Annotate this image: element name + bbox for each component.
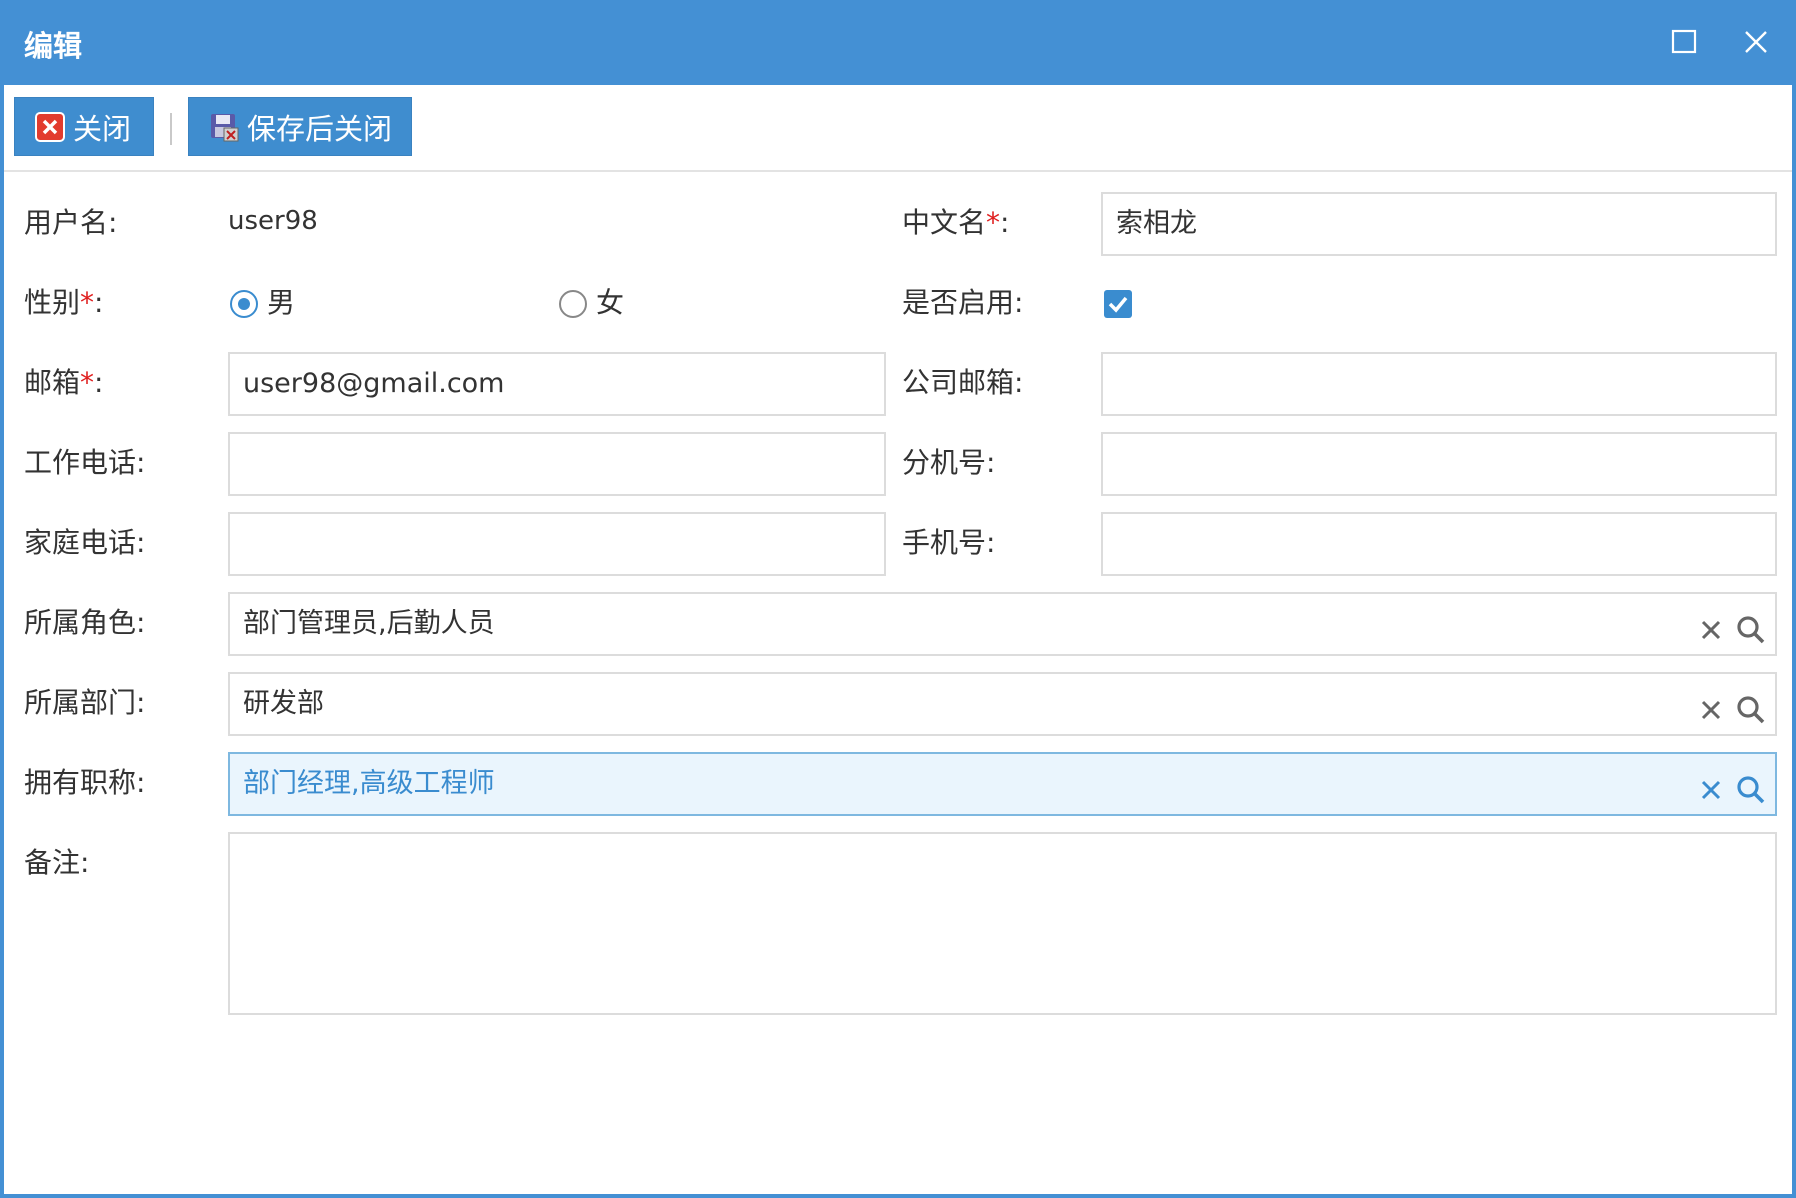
email-field[interactable]: user98@gmail.com bbox=[228, 352, 886, 416]
username-label: 用户名: bbox=[24, 206, 118, 239]
close-window-button[interactable] bbox=[1734, 20, 1778, 64]
clear-icon bbox=[1701, 780, 1721, 800]
chinese-name-label-text: 中文名 bbox=[902, 206, 987, 239]
chinese-name-field[interactable]: 索相龙 bbox=[1101, 192, 1777, 256]
edit-dialog: 编辑 关闭 保存后关闭 用户名: user98 中文名*: 索相龙 性别*: 男… bbox=[0, 0, 1796, 1198]
close-button-label: 关闭 bbox=[73, 111, 132, 146]
titles-search-button[interactable] bbox=[1735, 768, 1767, 804]
extension-label: 分机号: bbox=[902, 446, 996, 479]
notes-textarea[interactable] bbox=[228, 832, 1777, 1015]
gender-label: 性别*: bbox=[24, 283, 103, 323]
toolbar: 关闭 保存后关闭 bbox=[4, 85, 1792, 172]
roles-search-button[interactable] bbox=[1735, 608, 1767, 644]
maximize-button[interactable] bbox=[1662, 20, 1706, 64]
notes-label: 备注: bbox=[24, 846, 90, 879]
dialog-title: 编辑 bbox=[24, 29, 83, 63]
chinese-name-label: 中文名*: bbox=[902, 203, 1009, 243]
titles-clear-button[interactable] bbox=[1695, 768, 1727, 800]
mobile-label: 手机号: bbox=[902, 526, 996, 559]
roles-field[interactable]: 部门管理员,后勤人员 bbox=[228, 592, 1777, 656]
search-icon bbox=[1737, 696, 1765, 724]
roles-label: 所属角色: bbox=[24, 606, 146, 639]
extension-field[interactable] bbox=[1101, 432, 1777, 496]
check-icon bbox=[1108, 296, 1128, 313]
home-phone-field[interactable] bbox=[228, 512, 886, 576]
required-mark: * bbox=[80, 286, 95, 319]
close-icon bbox=[1745, 31, 1767, 53]
department-field[interactable]: 研发部 bbox=[228, 672, 1777, 736]
work-phone-label: 工作电话: bbox=[24, 446, 146, 479]
company-email-field[interactable] bbox=[1101, 352, 1777, 416]
save-and-close-button[interactable]: 保存后关闭 bbox=[188, 97, 412, 156]
clear-icon bbox=[1701, 620, 1721, 640]
toolbar-separator bbox=[170, 113, 172, 145]
required-mark: * bbox=[80, 366, 95, 399]
roles-value: 部门管理员,后勤人员 bbox=[243, 608, 495, 639]
close-red-icon bbox=[35, 111, 65, 142]
titles-label: 拥有职称: bbox=[24, 766, 146, 799]
gender-female-label[interactable]: 女 bbox=[596, 283, 624, 323]
department-value: 研发部 bbox=[243, 688, 324, 719]
work-phone-field[interactable] bbox=[228, 432, 886, 496]
titles-value: 部门经理,高级工程师 bbox=[243, 768, 495, 799]
colon: : bbox=[1000, 206, 1010, 239]
mobile-field[interactable] bbox=[1101, 512, 1777, 576]
gender-male-radio[interactable] bbox=[230, 290, 258, 318]
save-disk-icon bbox=[211, 113, 239, 141]
close-button[interactable]: 关闭 bbox=[14, 97, 154, 156]
clear-icon bbox=[1701, 700, 1721, 720]
company-email-label: 公司邮箱: bbox=[902, 366, 1024, 399]
gender-female-radio[interactable] bbox=[559, 290, 587, 318]
roles-clear-button[interactable] bbox=[1695, 608, 1727, 640]
department-search-button[interactable] bbox=[1735, 688, 1767, 724]
search-icon bbox=[1737, 776, 1765, 804]
gender-male-label[interactable]: 男 bbox=[267, 283, 295, 323]
home-phone-label: 家庭电话: bbox=[24, 526, 146, 559]
search-icon bbox=[1737, 616, 1765, 644]
enabled-label: 是否启用: bbox=[902, 286, 1024, 319]
department-clear-button[interactable] bbox=[1695, 688, 1727, 720]
enabled-checkbox[interactable] bbox=[1104, 290, 1132, 318]
title-bar: 编辑 bbox=[0, 0, 1796, 85]
gender-label-text: 性别 bbox=[24, 286, 81, 319]
email-label-text: 邮箱 bbox=[24, 366, 81, 399]
colon: : bbox=[94, 286, 104, 319]
maximize-icon bbox=[1671, 29, 1697, 54]
titles-field[interactable]: 部门经理,高级工程师 bbox=[228, 752, 1777, 816]
colon: : bbox=[94, 366, 104, 399]
department-label: 所属部门: bbox=[24, 686, 146, 719]
required-mark: * bbox=[986, 206, 1001, 239]
save-and-close-label: 保存后关闭 bbox=[247, 111, 393, 146]
username-value: user98 bbox=[228, 206, 318, 236]
email-label: 邮箱*: bbox=[24, 363, 103, 403]
